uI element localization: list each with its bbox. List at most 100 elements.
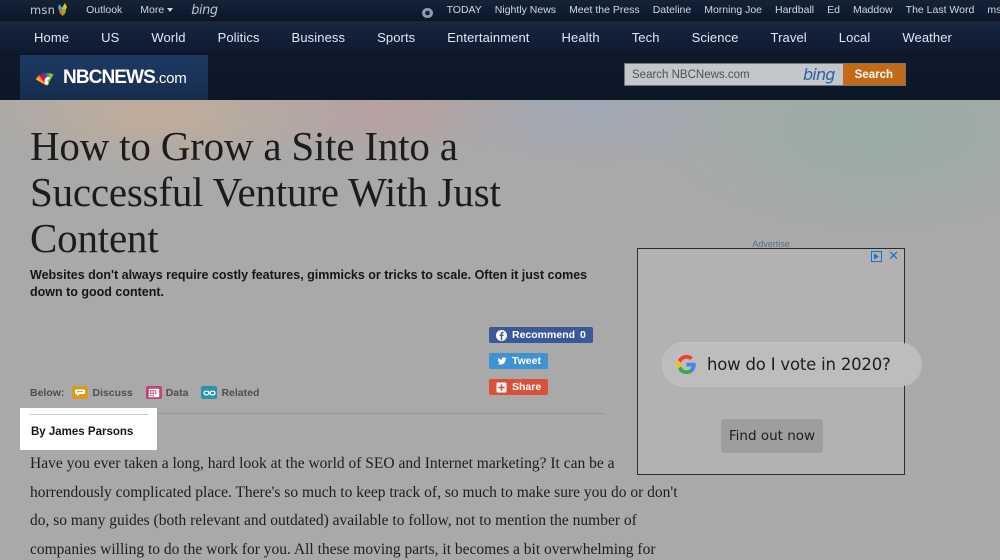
search-button[interactable]: Search (842, 64, 905, 85)
nbcnews-logo-suffix: .com (154, 69, 187, 87)
nbcnews-logo-label: NBCNEWS.com (63, 67, 187, 89)
share-button[interactable]: Share (489, 379, 549, 395)
byline-divider (30, 414, 148, 415)
msn-link-msnbc-label: msnbc (987, 4, 1000, 16)
ad-cta-button[interactable]: Find out now (721, 419, 823, 453)
msn-link-morning-joe-label: Morning Joe (704, 4, 762, 16)
nbc-peacock-mini-icon (421, 5, 434, 18)
bing-provider-logo: bing (794, 64, 843, 85)
ad-google-search-pill[interactable]: how do I vote in 2020? (663, 343, 921, 386)
below-item-discuss[interactable]: Discuss (72, 386, 133, 399)
msn-link-meet-the-press-label: Meet the Press (569, 4, 640, 16)
msn-link-outlook-label: Outlook (86, 4, 123, 16)
msn-link-the-last-word[interactable]: The Last Word (906, 4, 975, 16)
msn-link-today-label: TODAY (446, 4, 482, 16)
msn-link-dateline[interactable]: Dateline (653, 4, 692, 16)
facebook-recommend-button[interactable]: Recommend 0 (489, 327, 593, 343)
below-row: Below: Discuss Data Related (30, 386, 266, 399)
msn-link-hardball[interactable]: Hardball (775, 4, 814, 16)
msn-link-ed[interactable]: Ed (827, 4, 840, 16)
share-label: Share (512, 381, 542, 393)
nav-item-travel-label: Travel (770, 30, 807, 45)
ad-query-text: how do I vote in 2020? (707, 355, 891, 374)
nav-item-local-label: Local (838, 30, 871, 45)
facebook-recommend-label: Recommend (512, 329, 576, 341)
msn-logo-label: msn (30, 3, 56, 17)
msn-link-meet-the-press[interactable]: Meet the Press (569, 4, 640, 16)
chain-link-icon (201, 386, 218, 399)
nav-item-us[interactable]: US (85, 30, 135, 45)
nav-item-tech[interactable]: Tech (616, 30, 676, 45)
nbcnews-logo-name: NBCNEWS (63, 66, 156, 88)
nav-item-health-label: Health (561, 30, 600, 45)
msn-link-today[interactable]: TODAY (447, 4, 482, 16)
nav-item-local[interactable]: Local (823, 30, 887, 45)
msn-link-morning-joe[interactable]: Morning Joe (704, 4, 762, 16)
msn-link-ed-label: Ed (827, 4, 840, 16)
nbcnews-logo[interactable]: NBCNEWS.com (20, 55, 208, 100)
article-body: Have you ever taken a long, hard look at… (30, 455, 678, 558)
nav-item-world-label: World (151, 30, 186, 45)
advertisement: ✕ how do I vote in 2020? Find out now (637, 248, 921, 475)
facebook-recommend-count: 0 (580, 329, 586, 341)
bing-watermark-label: bing (191, 2, 218, 18)
below-item-data[interactable]: Data (145, 386, 189, 399)
main-navigation-items: Home US World Politics Business Sports E… (28, 30, 968, 45)
nav-item-us-label: US (101, 30, 120, 45)
search-bar: bing Search (624, 63, 906, 86)
nav-item-world[interactable]: World (135, 30, 201, 45)
msn-link-nightly-news-label: Nightly News (494, 4, 557, 16)
msn-link-maddow[interactable]: Maddow (853, 4, 893, 16)
below-item-data-label: Data (165, 386, 189, 399)
chevron-down-icon (167, 8, 174, 12)
google-g-icon (676, 354, 697, 375)
speech-bubble-icon (72, 386, 89, 399)
nav-item-entertainment[interactable]: Entertainment (431, 30, 545, 45)
below-row-label: Below: (30, 386, 65, 399)
browser-page: msn Outlook More bing TODAY Nightly News… (0, 0, 1000, 560)
nbc-peacock-icon (35, 67, 58, 88)
nav-item-weather[interactable]: Weather (886, 30, 968, 45)
below-item-discuss-label: Discuss (92, 386, 133, 399)
main-navigation: Home US World Politics Business Sports E… (0, 21, 1000, 55)
msn-link-maddow-label: Maddow (852, 4, 893, 16)
below-item-related[interactable]: Related (201, 386, 259, 399)
nav-item-science[interactable]: Science (676, 30, 755, 45)
nav-item-science-label: Science (691, 30, 739, 45)
article-content: How to Grow a Site Into a Successful Ven… (0, 100, 1000, 560)
article-subhead: Websites don't always require costly fea… (30, 268, 588, 299)
search-input[interactable] (625, 64, 795, 85)
twitter-tweet-label: Tweet (512, 355, 541, 367)
close-icon[interactable]: ✕ (888, 250, 899, 263)
msn-link-hardball-label: Hardball (775, 4, 815, 16)
msn-link-dateline-label: Dateline (652, 4, 692, 16)
facebook-icon (496, 329, 507, 341)
nav-item-sports-label: Sports (377, 30, 416, 45)
msn-top-bar: msn Outlook More bing TODAY Nightly News… (0, 0, 1000, 21)
msn-top-bar-right: TODAY Nightly News Meet the Press Dateli… (421, 4, 1000, 18)
nav-item-weather-label: Weather (902, 30, 952, 45)
grid-data-icon (145, 386, 162, 399)
nav-item-travel[interactable]: Travel (755, 30, 823, 45)
nav-item-home[interactable]: Home (28, 30, 85, 45)
msn-link-outlook[interactable]: Outlook (86, 4, 122, 16)
msn-link-more[interactable]: More (140, 4, 174, 16)
msn-top-bar-left: msn Outlook More bing (30, 3, 218, 18)
social-share-buttons: Recommend 0 Tweet Share (489, 327, 599, 405)
nav-item-politics-label: Politics (217, 30, 260, 45)
adchoices-icon[interactable] (871, 251, 883, 262)
msn-logo[interactable]: msn (30, 3, 68, 17)
nav-item-business[interactable]: Business (276, 30, 362, 45)
nav-item-politics[interactable]: Politics (202, 30, 276, 45)
twitter-tweet-button[interactable]: Tweet (489, 353, 548, 369)
msn-link-the-last-word-label: The Last Word (905, 4, 975, 16)
nav-item-entertainment-label: Entertainment (447, 30, 530, 45)
nav-item-health[interactable]: Health (546, 30, 616, 45)
nav-item-tech-label: Tech (631, 30, 660, 45)
msn-link-more-label: More (140, 4, 165, 16)
nav-item-business-label: Business (291, 30, 346, 45)
msn-link-nightly-news[interactable]: Nightly News (495, 4, 556, 16)
nav-item-sports[interactable]: Sports (361, 30, 431, 45)
msn-link-msnbc[interactable]: msnbc (987, 4, 1000, 16)
nav-item-home-label: Home (34, 30, 70, 45)
